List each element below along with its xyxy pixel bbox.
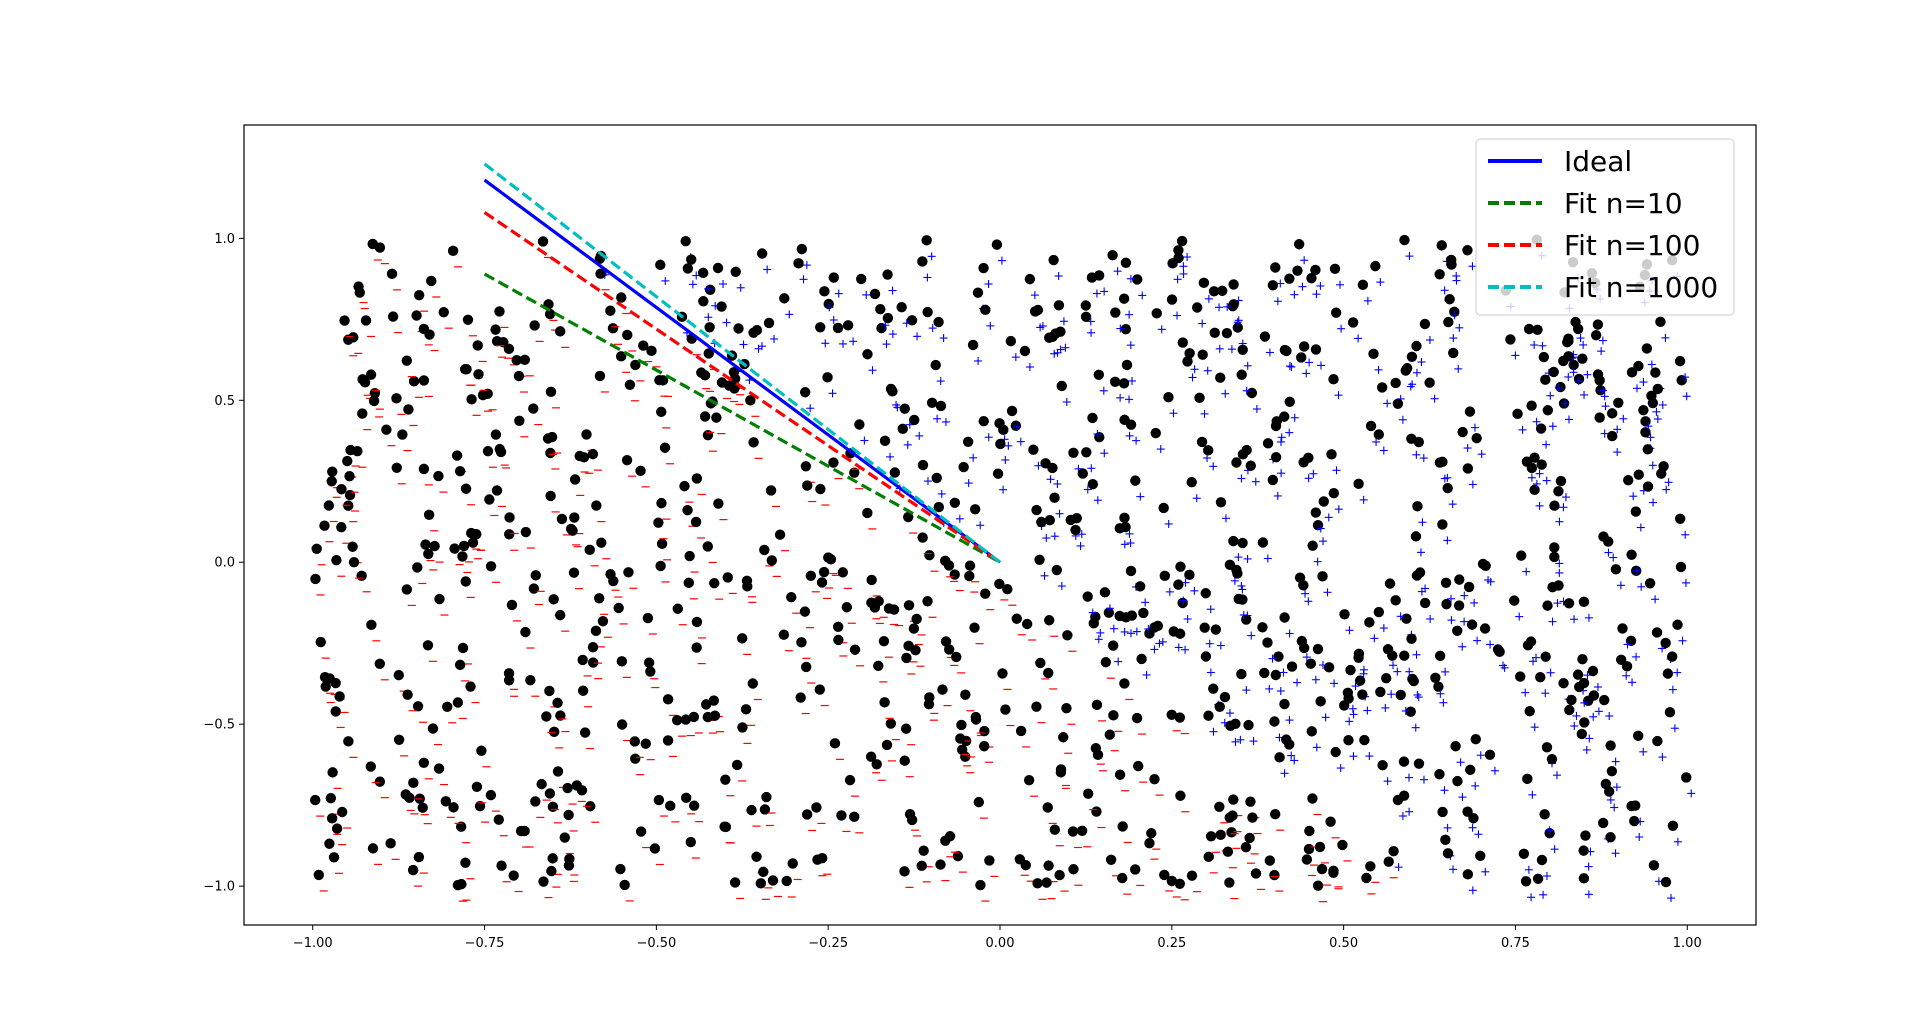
legend-label: Fit n=1000 bbox=[1564, 271, 1718, 304]
legend-label: Fit n=10 bbox=[1564, 187, 1683, 220]
legend-label: Ideal bbox=[1564, 145, 1632, 178]
x-tick-label: −1.00 bbox=[293, 936, 333, 951]
x-tick-label: 0.25 bbox=[1157, 936, 1186, 951]
legend-label: Fit n=100 bbox=[1564, 229, 1700, 262]
legend: Ideal Fit n=10 Fit n=100 Fit n=1000 bbox=[1475, 138, 1735, 316]
chart-figure: −1.00 −0.75 −0.50 −0.25 0.00 0.25 0.50 0.75 1.00… bbox=[0, 0, 1920, 1022]
y-tick-label: 1.0 bbox=[214, 232, 235, 247]
y-tick-label: 0.0 bbox=[214, 556, 235, 571]
x-tick-label: 0.00 bbox=[986, 936, 1015, 951]
x-tick-label: 0.75 bbox=[1501, 936, 1530, 951]
x-tick-label: −0.25 bbox=[808, 936, 848, 951]
x-tick-label: 0.50 bbox=[1329, 936, 1358, 951]
x-tick-label: −0.50 bbox=[636, 936, 676, 951]
x-tick-label: 1.00 bbox=[1673, 936, 1702, 951]
y-tick-label: −0.5 bbox=[203, 718, 235, 733]
x-tick-label: −0.75 bbox=[465, 936, 505, 951]
y-tick-label: 0.5 bbox=[214, 394, 235, 409]
y-tick-label: −1.0 bbox=[203, 880, 235, 895]
